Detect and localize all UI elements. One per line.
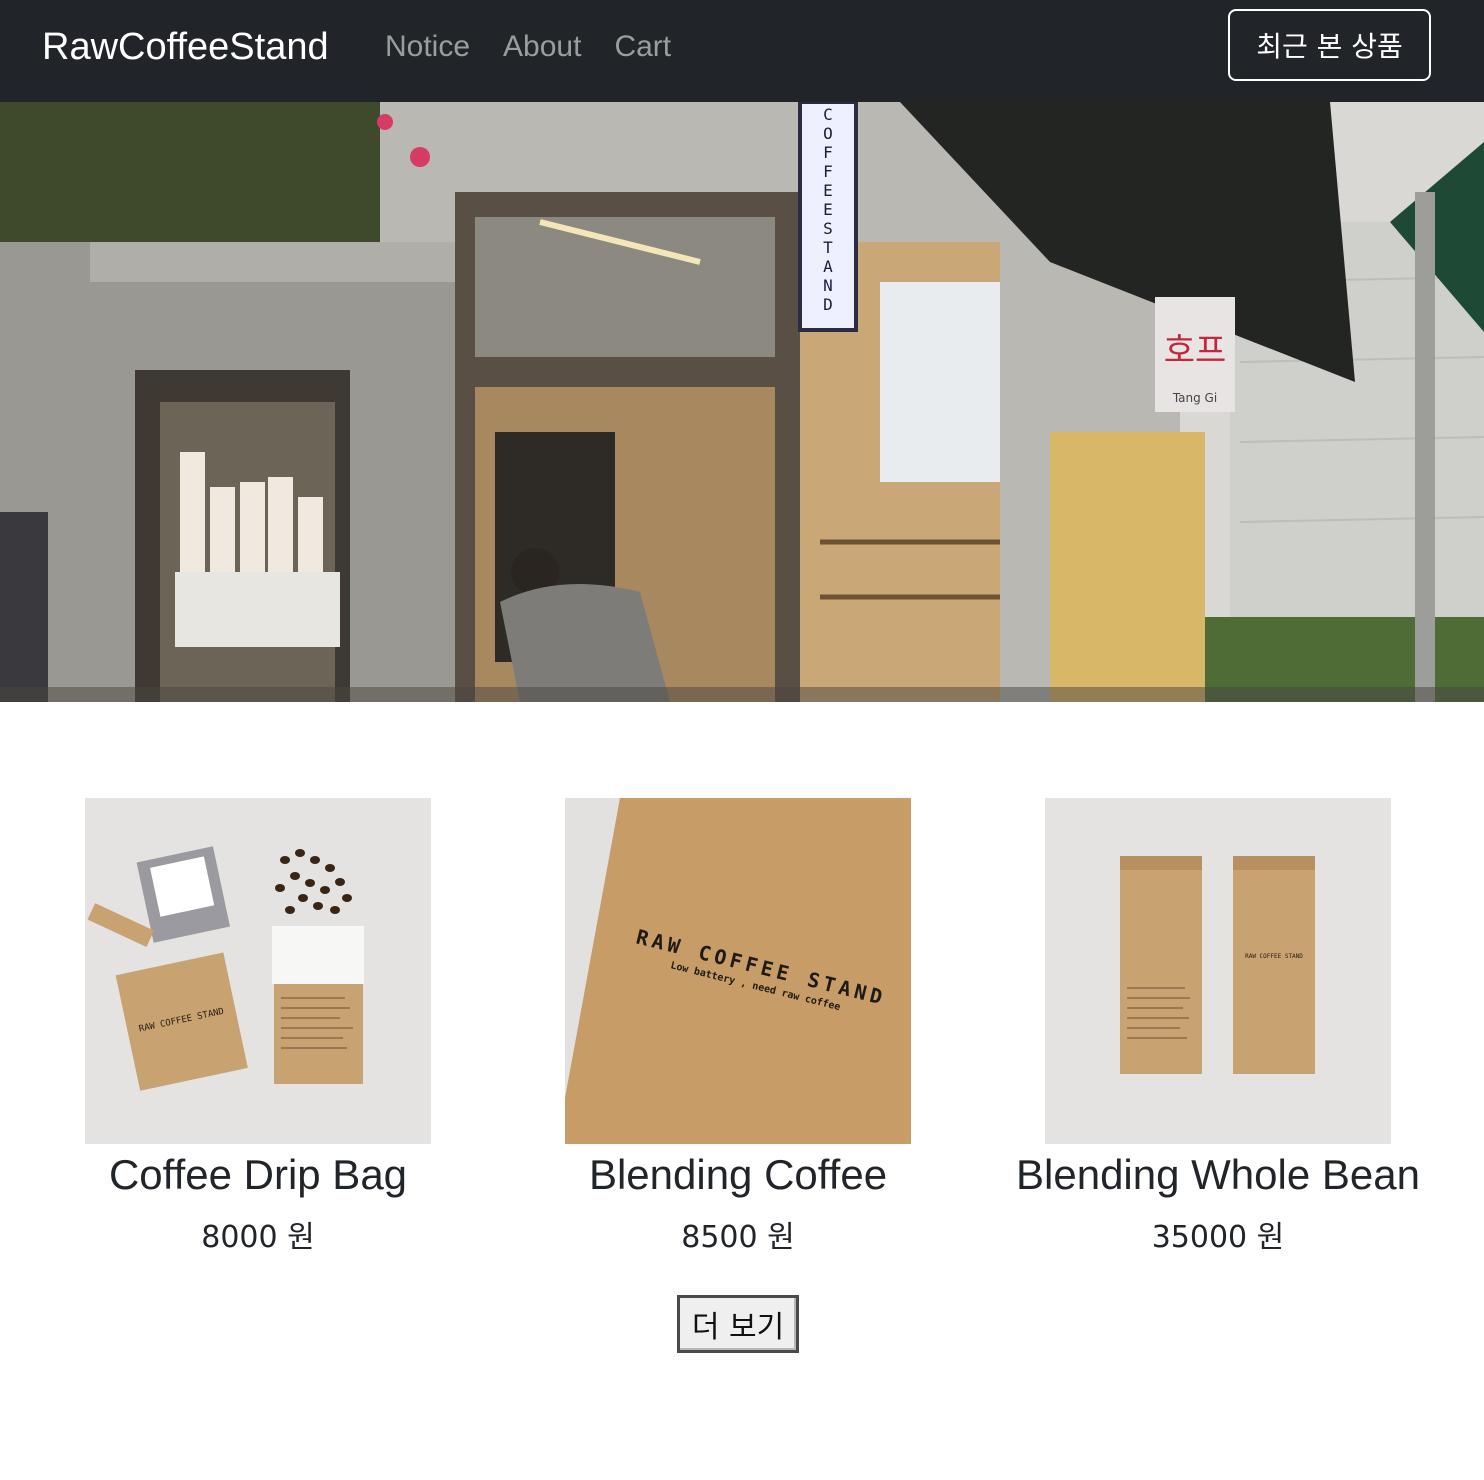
vertical-sign-letter: F: [823, 162, 833, 181]
hero-storefront-image: 호프 Tang Gi COFFEESTAND: [0, 102, 1484, 702]
vertical-sign-letter: A: [823, 257, 833, 276]
vertical-sign-letter: D: [823, 295, 833, 314]
product-price: 8000 원: [201, 1220, 315, 1255]
nav-link-notice[interactable]: Notice: [385, 29, 470, 65]
product-price: 8500 원: [681, 1220, 795, 1255]
nav-link-about[interactable]: About: [503, 29, 581, 65]
whole-bean-package-text: RAW COFFEE STAND: [1245, 953, 1303, 960]
shop-sign-subtext: Tang Gi: [1172, 391, 1217, 405]
product-price: 35000 원: [1151, 1220, 1285, 1255]
product-card[interactable]: RAW COFFEE STAND Low battery , need raw …: [498, 798, 978, 1258]
vertical-sign-letter: C: [823, 105, 833, 124]
product-name[interactable]: Blending Whole Bean: [978, 1146, 1458, 1204]
vertical-sign-letter: N: [823, 276, 833, 295]
product-card[interactable]: RAW COFFEE STAND Blending Whole Bean 350…: [978, 798, 1458, 1258]
shop-sign-text: 호프: [1164, 331, 1227, 371]
product-name[interactable]: Blending Coffee: [498, 1146, 978, 1204]
product-card[interactable]: RAW COFFEE STAND Coffee Drip Bag 8000 원: [18, 798, 498, 1258]
vertical-sign-letter: E: [823, 200, 833, 219]
recently-viewed-button[interactable]: 최근 본 상품: [1228, 9, 1431, 81]
product-image-whole-bean[interactable]: RAW COFFEE STAND: [1045, 798, 1391, 1144]
vertical-sign-letter: T: [823, 238, 833, 257]
top-navbar: RawCoffeeStand Notice About Cart 최근 본 상품: [0, 0, 1484, 102]
nav-links: Notice About Cart: [385, 29, 671, 65]
product-image-blending-coffee[interactable]: RAW COFFEE STAND Low battery , need raw …: [565, 798, 911, 1144]
product-image-drip-bag[interactable]: RAW COFFEE STAND: [85, 798, 431, 1144]
vertical-sign-letter: E: [823, 181, 833, 200]
brand-logo-link[interactable]: RawCoffeeStand: [42, 25, 329, 69]
nav-link-cart[interactable]: Cart: [614, 29, 671, 65]
vertical-sign-letter: S: [823, 219, 833, 238]
storefront-illustration: 호프 Tang Gi COFFEESTAND: [0, 102, 1484, 702]
product-name[interactable]: Coffee Drip Bag: [18, 1146, 498, 1204]
vertical-sign-letter: O: [823, 124, 833, 143]
vertical-sign-letter: F: [823, 143, 833, 162]
load-more-button[interactable]: 더 보기: [677, 1295, 799, 1353]
product-grid: RAW COFFEE STAND Coffee Drip Bag 8000 원 …: [0, 798, 1484, 1268]
